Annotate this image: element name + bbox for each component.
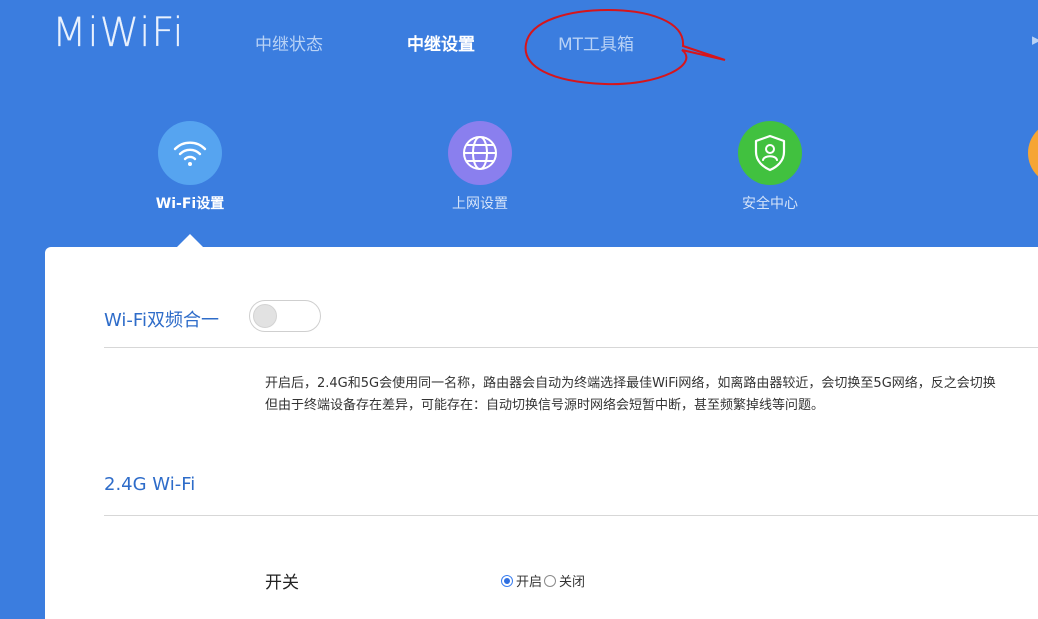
settings-panel: Wi-Fi双频合一 开启后，2.4G和5G会使用同一名称，路由器会自动为终端选择… <box>45 247 1038 619</box>
nav-relay-settings[interactable]: 中继设置 <box>407 30 475 55</box>
radio-on-label[interactable]: 开启 <box>516 571 542 590</box>
feature-partial[interactable] <box>1000 121 1038 193</box>
radio-on[interactable] <box>501 574 513 587</box>
section-divider <box>104 347 1038 348</box>
nav-relay-status[interactable]: 中继状态 <box>255 30 323 55</box>
dual-band-title: Wi-Fi双频合一 <box>104 310 219 331</box>
nav-mt-toolbox[interactable]: MT工具箱 <box>558 30 634 55</box>
feature-label: Wi-Fi设置 <box>155 196 225 212</box>
active-tab-pointer <box>177 234 203 247</box>
miwifi-logo: MiWiFi <box>52 10 185 56</box>
feature-security-center[interactable]: 安全中心 <box>710 121 830 213</box>
wifi-icon <box>158 121 222 185</box>
nav-overflow-item[interactable]: ▸ <box>1032 30 1038 50</box>
dual-band-toggle[interactable] <box>249 300 321 332</box>
wifi-switch-radio-group: 开启 关闭 <box>501 571 587 590</box>
dual-band-description: 开启后，2.4G和5G会使用同一名称，路由器会自动为终端选择最佳WiFi网络，如… <box>265 373 996 417</box>
shield-user-icon <box>738 121 802 185</box>
switch-label: 开关 <box>265 573 299 593</box>
wifi-24g-title: 2.4G Wi-Fi <box>104 474 196 495</box>
radio-off-label[interactable]: 关闭 <box>559 571 585 590</box>
feature-label: 上网设置 <box>452 196 508 212</box>
app-root: MiWiFi 中继状态 中继设置 MT工具箱 ▸ Wi-Fi设置 上网设置 安全… <box>0 0 1038 619</box>
description-line: 开启后，2.4G和5G会使用同一名称，路由器会自动为终端选择最佳WiFi网络，如… <box>265 376 996 391</box>
feature-internet-settings[interactable]: 上网设置 <box>420 121 540 213</box>
description-line: 但由于终端设备存在差异，可能存在：自动切换信号源时网络会短暂中断，甚至频繁掉线等… <box>265 398 825 413</box>
toggle-knob <box>253 304 277 328</box>
feature-label: 安全中心 <box>742 196 798 212</box>
globe-icon <box>448 121 512 185</box>
radio-off[interactable] <box>544 574 557 587</box>
feature-wifi-settings[interactable]: Wi-Fi设置 <box>130 121 250 213</box>
partial-icon <box>1028 121 1038 185</box>
section-divider <box>104 515 1038 516</box>
